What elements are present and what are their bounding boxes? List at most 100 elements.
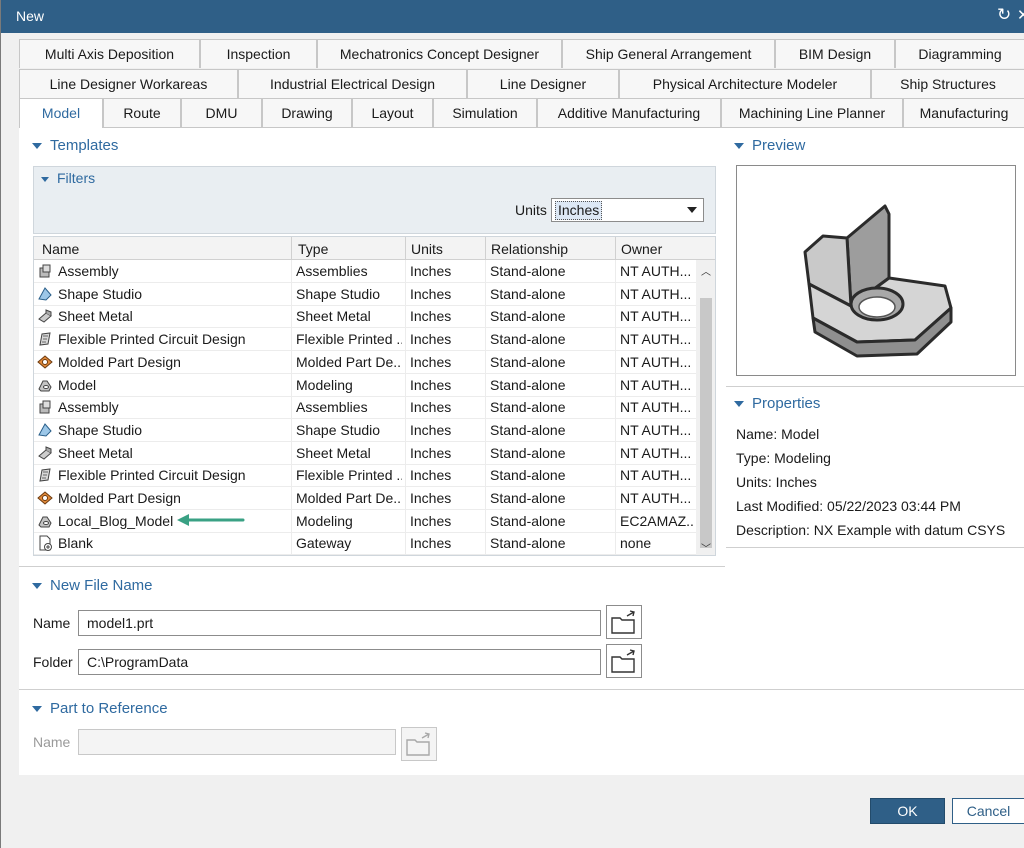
new-file-name-header[interactable]: New File Name — [32, 577, 153, 594]
scroll-down-icon[interactable]: ﹀ — [701, 540, 711, 555]
column-header-relationship[interactable]: Relationship — [491, 241, 568, 257]
cell-relationship: Stand-alone — [490, 331, 566, 348]
tab-ship-general-arrangement[interactable]: Ship General Arrangement — [562, 39, 775, 68]
cell-units: Inches — [410, 421, 452, 438]
preview-header[interactable]: Preview — [734, 137, 805, 154]
tab-machining-line-planner[interactable]: Machining Line Planner — [721, 98, 903, 127]
tab-line-designer-workareas[interactable]: Line Designer Workareas — [19, 69, 238, 98]
cell-type: Modeling — [296, 512, 353, 529]
close-icon[interactable]: ✕ — [1017, 6, 1024, 24]
cell-relationship: Stand-alone — [490, 467, 566, 484]
column-header-units[interactable]: Units — [411, 241, 443, 257]
cell-owner: none — [620, 535, 652, 552]
cell-name: Blank — [58, 535, 94, 552]
tab-drawing[interactable]: Drawing — [262, 98, 352, 127]
table-row[interactable]: Shape Studio Shape Studio Inches Stand-alon… — [34, 419, 696, 442]
collapse-icon — [32, 706, 42, 713]
cell-name: Flexible Printed Circuit Design — [58, 467, 246, 484]
cancel-button[interactable]: Cancel — [952, 798, 1024, 824]
cell-units: Inches — [410, 331, 452, 348]
refresh-icon[interactable]: ↻ — [997, 5, 1011, 25]
scroll-up-icon[interactable]: ︿ — [701, 263, 711, 278]
browse-folder-button[interactable] — [606, 644, 642, 678]
ok-button[interactable]: OK — [870, 798, 945, 824]
name-label: Name — [33, 615, 71, 631]
cell-name: Shape Studio — [58, 421, 143, 438]
properties-header[interactable]: Properties — [734, 395, 820, 412]
cell-relationship: Stand-alone — [490, 399, 566, 416]
table-row[interactable]: Assembly Assemblies Inches Stand-alone NT AU… — [34, 260, 696, 283]
browse-reference-button[interactable] — [401, 727, 437, 761]
cell-units: Inches — [410, 308, 452, 325]
cell-relationship: Stand-alone — [490, 376, 566, 393]
table-row[interactable]: Molded Part Design Molded Part De... Inche… — [34, 351, 696, 374]
flexible-circuit-icon — [37, 467, 53, 483]
sheet-metal-icon — [37, 308, 53, 324]
units-selected-value: Inches — [555, 201, 603, 220]
table-row[interactable]: Flexible Printed Circuit Design Flexible … — [34, 328, 696, 352]
cell-name: Flexible Printed Circuit Design — [58, 331, 246, 348]
cell-units: Inches — [410, 490, 452, 506]
column-header-owner[interactable]: Owner — [621, 241, 662, 257]
preview-divider — [726, 386, 1024, 387]
window-title: New — [16, 8, 45, 24]
cell-relationship: Stand-alone — [490, 444, 566, 461]
tab-additive-manufacturing[interactable]: Additive Manufacturing — [537, 98, 721, 127]
units-select[interactable]: Inches — [551, 198, 704, 222]
folder-input[interactable]: C:\ProgramData — [78, 649, 601, 675]
part-to-reference-header[interactable]: Part to Reference — [32, 700, 168, 717]
collapse-icon — [41, 176, 49, 182]
table-row[interactable]: Blank Gateway Inches Stand-alone none — [34, 532, 696, 555]
column-separator — [405, 237, 406, 260]
file-name-input[interactable]: model1.prt — [78, 610, 601, 636]
table-row[interactable]: Flexible Printed Circuit Design Flexible … — [34, 464, 696, 488]
table-row[interactable]: Sheet Metal Sheet Metal Inches Stand-alone N… — [34, 305, 696, 329]
open-folder-icon — [406, 732, 430, 756]
tab-physical-architecture-modeler[interactable]: Physical Architecture Modeler — [619, 69, 871, 98]
table-row[interactable]: Assembly Assemblies Inches Stand-alone NT AU… — [34, 396, 696, 420]
tab-layout[interactable]: Layout — [352, 98, 433, 127]
new-file-divider — [19, 689, 1024, 690]
tab-simulation[interactable]: Simulation — [433, 98, 537, 127]
annotation-arrow-icon — [177, 514, 245, 526]
filters-heading: Filters — [57, 170, 96, 186]
cell-name: Shape Studio — [58, 285, 143, 302]
cell-name: Sheet Metal — [58, 444, 133, 461]
tab-inspection[interactable]: Inspection — [200, 39, 317, 68]
tab-line-designer[interactable]: Line Designer — [467, 69, 619, 98]
reference-name-input[interactable] — [78, 729, 396, 755]
vertical-scrollbar[interactable]: ︿ ﹀ — [696, 260, 715, 555]
cell-type: Molded Part De... — [296, 490, 402, 506]
cell-name: Assembly — [58, 263, 119, 279]
cell-units: Inches — [410, 535, 452, 552]
tab-dmu[interactable]: DMU — [181, 98, 262, 127]
column-header-name[interactable]: Name — [42, 241, 79, 257]
templates-header[interactable]: Templates — [32, 137, 118, 154]
tab-multi-axis-deposition[interactable]: Multi Axis Deposition — [19, 39, 200, 68]
tab-manufacturing[interactable]: Manufacturing — [903, 98, 1024, 127]
templates-heading: Templates — [50, 137, 119, 154]
tab-industrial-electrical-design[interactable]: Industrial Electrical Design — [238, 69, 467, 98]
cell-owner: NT AUTH... — [620, 263, 692, 279]
tab-route[interactable]: Route — [103, 98, 181, 127]
sheet-metal-icon — [37, 445, 53, 461]
table-row[interactable]: Shape Studio Shape Studio Inches Stand-alon… — [34, 283, 696, 306]
table-row[interactable]: Molded Part Design Molded Part De... Inche… — [34, 487, 696, 510]
properties-heading: Properties — [752, 395, 821, 412]
templates-table: Name Type Units Relationship Owner Assem… — [33, 236, 716, 556]
tab-diagramming[interactable]: Diagramming — [895, 39, 1024, 68]
cell-units: Inches — [410, 399, 452, 416]
browse-name-button[interactable] — [606, 605, 642, 639]
cell-units: Inches — [410, 467, 452, 484]
tab-model[interactable]: Model — [19, 98, 103, 128]
table-row[interactable]: Local_Blog_Model Modeling Inches Stand-alon… — [34, 510, 696, 533]
table-row[interactable]: Sheet Metal Sheet Metal Inches Stand-alone N… — [34, 442, 696, 465]
table-row[interactable]: Model Modeling Inches Stand-alone NT AUTH... — [34, 374, 696, 397]
cell-units: Inches — [410, 444, 452, 461]
scroll-thumb[interactable] — [700, 298, 712, 548]
tab-bim-design[interactable]: BIM Design — [775, 39, 895, 68]
tab-mechatronics-concept-designer[interactable]: Mechatronics Concept Designer — [317, 39, 562, 68]
tab-ship-structures[interactable]: Ship Structures — [871, 69, 1024, 98]
column-header-type[interactable]: Type — [298, 241, 328, 257]
filters-header[interactable]: Filters — [41, 170, 95, 186]
